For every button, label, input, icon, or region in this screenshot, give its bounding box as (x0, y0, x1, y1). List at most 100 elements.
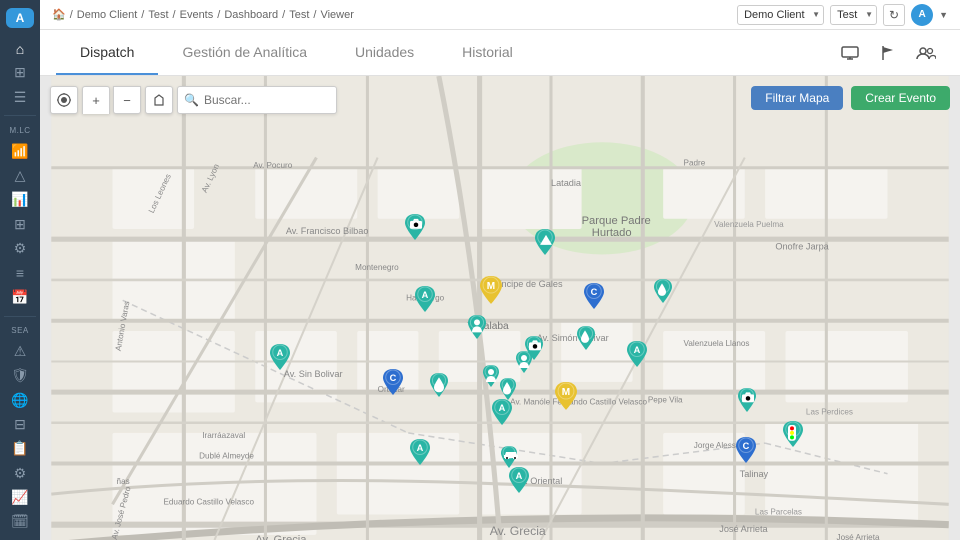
svg-text:Latadia: Latadia (551, 178, 582, 188)
svg-text:M: M (562, 387, 570, 398)
sidebar-item-settings2[interactable]: ⚙ (4, 463, 36, 483)
svg-text:Av. Grecia: Av. Grecia (490, 524, 546, 538)
avatar[interactable]: A (911, 4, 933, 26)
breadcrumb-sep-1: / (70, 9, 73, 21)
map-marker[interactable] (653, 278, 673, 304)
map-marker[interactable]: C (382, 368, 404, 396)
zoom-plus-button[interactable]: + (82, 86, 110, 114)
map-marker[interactable] (499, 377, 517, 401)
sidebar-item-list2[interactable]: 📋 (4, 439, 36, 459)
sidebar-item-alert-triangle[interactable]: ⚠ (4, 341, 36, 361)
sidebar-item-barchart[interactable]: 📈 (4, 487, 36, 507)
map-marker[interactable] (429, 372, 449, 398)
sidebar-item-alert[interactable]: △ (4, 165, 36, 185)
breadcrumb-sep-5: / (282, 9, 285, 21)
tab-unidades[interactable]: Unidades (331, 30, 438, 75)
svg-text:Av. Francisco Bilbao: Av. Francisco Bilbao (286, 226, 369, 236)
svg-text:Valenzuela Llanos: Valenzuela Llanos (684, 339, 750, 348)
refresh-button[interactable]: ↻ (883, 4, 905, 26)
svg-text:Pepe Vila: Pepe Vila (648, 395, 683, 404)
map-marker[interactable] (482, 364, 500, 388)
svg-text:Padre: Padre (684, 159, 706, 168)
map-marker[interactable] (534, 228, 556, 256)
tab-gestion[interactable]: Gestión de Analítica (158, 30, 331, 75)
tab-historial[interactable]: Historial (438, 30, 537, 75)
svg-text:A: A (277, 348, 284, 358)
sidebar-item-grid[interactable]: ⊞ (4, 214, 36, 234)
filter-map-button[interactable]: Filtrar Mapa (751, 86, 843, 110)
sidebar-item-list[interactable]: ≡ (4, 263, 36, 283)
map-marker[interactable] (515, 350, 533, 374)
map-marker[interactable]: C (735, 436, 757, 464)
breadcrumb-test-1[interactable]: Test (148, 9, 168, 21)
test-select[interactable]: Test (830, 5, 877, 25)
map-controls-right: Filtrar Mapa Crear Evento (751, 86, 950, 110)
sidebar-item-home[interactable]: ⌂ (4, 38, 36, 58)
sidebar-item-chart[interactable]: 📊 (4, 190, 36, 210)
sidebar-item-shield[interactable]: 🛡 (4, 366, 36, 386)
map-marker[interactable] (576, 325, 596, 351)
sidebar-item-layers2[interactable]: ⊟ (4, 414, 36, 434)
svg-text:Las Parcelas: Las Parcelas (755, 508, 802, 517)
map-marker[interactable] (737, 387, 757, 413)
svg-text:Valenzuela Puelma: Valenzuela Puelma (714, 220, 784, 229)
tab-unidades-label: Unidades (355, 44, 414, 60)
sidebar-item-document[interactable]: ☰ (4, 87, 36, 107)
avatar-dropdown-arrow[interactable]: ▼ (939, 10, 948, 20)
svg-text:C: C (591, 287, 598, 297)
map-marker[interactable] (782, 420, 804, 448)
tab-dispatch[interactable]: Dispatch (56, 30, 158, 75)
map-marker[interactable]: M (479, 275, 503, 305)
breadcrumb-dashboard[interactable]: Dashboard (224, 9, 278, 21)
sidebar-item-calendar[interactable]: 📅 (4, 287, 36, 307)
map-marker[interactable] (500, 445, 518, 469)
svg-text:C: C (390, 373, 397, 383)
map-background: Latadia Parque Padre Hurtado Valenzuela … (40, 76, 960, 540)
map-marker[interactable]: A (508, 466, 530, 494)
sidebar-item-wifi[interactable]: 📶 (4, 141, 36, 161)
breadcrumb-sep-4: / (217, 9, 220, 21)
location-button[interactable] (50, 86, 78, 114)
map-container[interactable]: Latadia Parque Padre Hurtado Valenzuela … (40, 76, 960, 540)
topbar-actions: Demo Client ▼ Test ▼ ↻ A ▼ (737, 4, 948, 26)
map-marker[interactable]: A (409, 438, 431, 466)
sidebar-item-layers[interactable]: ⊞ (4, 63, 36, 83)
map-marker[interactable] (404, 213, 426, 241)
tab-bar: Dispatch Gestión de Analítica Unidades H… (40, 30, 960, 76)
svg-text:Hurtado: Hurtado (592, 227, 632, 239)
another-ctrl-btn[interactable] (145, 86, 173, 114)
sidebar-item-settings[interactable]: ⚙ (4, 238, 36, 258)
tab-historial-label: Historial (462, 44, 513, 60)
sidebar-item-calendar2[interactable]: 🗓 (4, 512, 36, 532)
breadcrumb-events[interactable]: Events (180, 9, 214, 21)
breadcrumb-test-2[interactable]: Test (289, 9, 309, 21)
map-marker[interactable]: A (414, 285, 436, 313)
breadcrumb-sep-2: / (141, 9, 144, 21)
svg-text:Irarráazaval: Irarráazaval (202, 431, 245, 440)
breadcrumb-demo-client[interactable]: Demo Client (77, 9, 138, 21)
map-marker[interactable]: M (554, 381, 578, 411)
breadcrumb: 🏠 / Demo Client / Test / Events / Dashbo… (52, 8, 733, 21)
home-icon[interactable]: 🏠 (52, 8, 66, 21)
map-marker[interactable]: C (583, 282, 605, 310)
svg-text:Av. Manóle Fernando Castillo V: Av. Manóle Fernando Castillo Velasco (510, 397, 647, 406)
create-event-button[interactable]: Crear Evento (851, 86, 950, 110)
sidebar-section-label-sea: SEA (11, 326, 29, 335)
svg-text:José Arrieta: José Arrieta (837, 533, 880, 540)
svg-text:Dublé Almeyde: Dublé Almeyde (199, 451, 254, 460)
demo-client-select[interactable]: Demo Client (737, 5, 824, 25)
breadcrumb-viewer[interactable]: Viewer (320, 9, 353, 21)
zoom-minus-button[interactable]: − (113, 86, 141, 114)
sidebar-logo[interactable]: A (6, 8, 34, 28)
svg-text:José Arrieta: José Arrieta (719, 524, 768, 534)
map-marker[interactable] (467, 314, 487, 340)
people-icon-btn[interactable] (912, 39, 940, 67)
map-marker[interactable]: A (491, 398, 513, 426)
sidebar-item-globe[interactable]: 🌐 (4, 390, 36, 410)
flag-icon-btn[interactable] (874, 39, 902, 67)
tab-icons (836, 39, 944, 67)
monitor-icon-btn[interactable] (836, 39, 864, 67)
map-marker[interactable]: A (626, 340, 648, 368)
map-search-input[interactable] (177, 86, 337, 114)
map-marker[interactable]: A (269, 343, 291, 371)
